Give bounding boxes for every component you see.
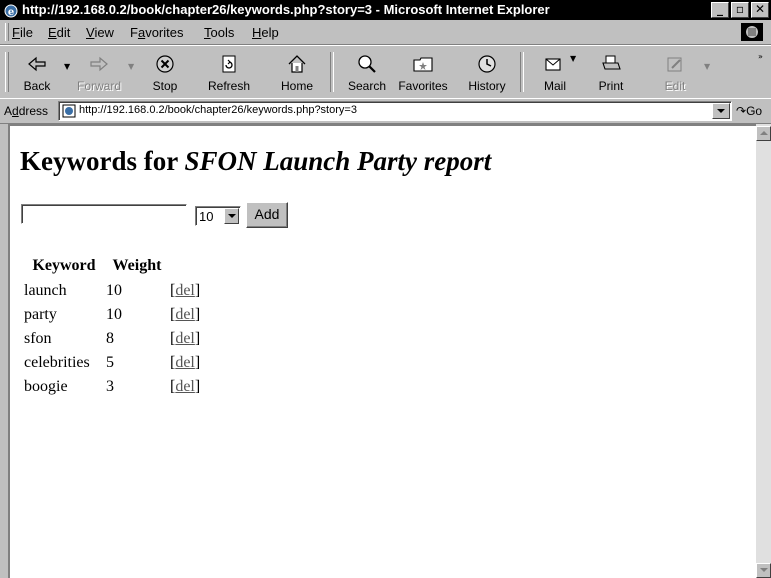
edit-dropdown-icon[interactable]: ▼ <box>704 62 710 71</box>
address-dropdown-button[interactable] <box>712 103 730 119</box>
toolbar-grip[interactable] <box>5 52 9 92</box>
weight-cell: 8 <box>106 330 114 347</box>
table-row: party 10 [del] <box>23 303 201 327</box>
forward-arrow-icon <box>90 56 108 72</box>
table-row: celebrities 5 [del] <box>23 351 201 375</box>
weight-selected-value: 10 <box>199 209 214 224</box>
weight-cell: 10 <box>106 306 122 323</box>
menu-view[interactable]: View <box>86 25 114 40</box>
history-button[interactable]: History <box>462 50 512 94</box>
back-button[interactable]: Back <box>12 50 62 94</box>
refresh-icon <box>222 55 236 73</box>
menu-help[interactable]: Help <box>252 25 279 40</box>
weight-select[interactable]: 10 <box>195 206 241 226</box>
menu-favorites[interactable]: Favorites <box>130 25 183 40</box>
forward-button[interactable]: Forward <box>74 50 124 94</box>
weight-cell: 3 <box>106 378 114 395</box>
delete-link[interactable]: del <box>175 354 195 371</box>
table-row: launch 10 [del] <box>23 279 201 303</box>
story-title: SFON Launch Party report <box>184 146 492 176</box>
page-icon <box>62 104 76 118</box>
stop-icon <box>156 55 174 73</box>
toolbar-separator <box>330 52 334 92</box>
table-row: sfon 8 [del] <box>23 327 201 351</box>
ie-logo-icon: e <box>4 4 18 18</box>
table-row: boogie 3 [del] <box>23 375 201 399</box>
menu-edit[interactable]: Edit <box>48 25 70 40</box>
address-url: http://192.168.0.2/book/chapter26/keywor… <box>79 104 357 116</box>
search-button[interactable]: Search <box>342 50 392 94</box>
search-icon <box>358 55 376 73</box>
back-arrow-icon <box>28 56 46 72</box>
keyword-input[interactable] <box>21 204 187 224</box>
keyword-cell: party <box>24 306 57 323</box>
weight-cell: 10 <box>106 282 122 299</box>
mail-dropdown-icon[interactable]: ▼ <box>570 54 576 63</box>
column-header-weight: Weight <box>112 257 162 274</box>
scroll-up-button[interactable] <box>756 126 771 141</box>
address-input[interactable]: http://192.168.0.2/book/chapter26/keywor… <box>58 101 732 121</box>
forward-dropdown-icon[interactable]: ▼ <box>128 62 134 71</box>
minimize-button[interactable]: _ <box>711 2 729 18</box>
menu-tools[interactable]: Tools <box>204 25 234 40</box>
delete-link[interactable]: del <box>175 378 195 395</box>
go-button[interactable]: ↷Go <box>736 104 762 118</box>
edit-button[interactable]: Edit <box>650 50 700 94</box>
toolbar-separator <box>520 52 524 92</box>
keywords-table: Keyword Weight launch 10 [del] party 10 … <box>23 257 201 399</box>
address-bar: Address http://192.168.0.2/book/chapter2… <box>0 98 771 124</box>
close-button[interactable]: ✕ <box>751 2 769 18</box>
edit-icon <box>667 57 682 72</box>
keyword-cell: launch <box>24 282 67 299</box>
print-button[interactable]: Print <box>586 50 636 94</box>
weight-cell: 5 <box>106 354 114 371</box>
history-icon <box>478 55 496 73</box>
keyword-cell: celebrities <box>24 354 90 371</box>
refresh-button[interactable]: Refresh <box>204 50 254 94</box>
throbber-icon <box>741 23 763 41</box>
toolbar-chevron-icon[interactable]: » <box>758 52 763 61</box>
page-title: Keywords for SFON Launch Party report <box>20 146 492 176</box>
menu-grip[interactable] <box>5 23 9 41</box>
svg-text:e: e <box>8 7 14 18</box>
delete-link[interactable]: del <box>175 330 195 347</box>
delete-link[interactable]: del <box>175 282 195 299</box>
favorites-folder-icon <box>413 57 433 72</box>
title-bar: e http://192.168.0.2/book/chapter26/keyw… <box>0 0 771 20</box>
window-title: http://192.168.0.2/book/chapter26/keywor… <box>22 2 550 17</box>
print-icon <box>602 55 621 70</box>
back-dropdown-icon[interactable]: ▼ <box>64 62 70 71</box>
home-icon <box>288 55 306 73</box>
go-arrow-icon: ↷ <box>736 104 747 118</box>
scroll-down-button[interactable] <box>756 563 771 578</box>
favorites-button[interactable]: Favorites <box>398 50 448 94</box>
address-label: Address <box>4 104 49 118</box>
vertical-scrollbar[interactable] <box>756 124 771 578</box>
menu-bar: File Edit View Favorites Tools Help <box>0 20 771 45</box>
stop-button[interactable]: Stop <box>140 50 190 94</box>
standard-toolbar: Back ▼ Forward ▼ Stop Refresh Home Searc… <box>0 45 771 99</box>
weight-dropdown-button[interactable] <box>224 208 239 224</box>
delete-link[interactable]: del <box>175 306 195 323</box>
menu-file[interactable]: File <box>12 25 33 40</box>
maximize-button[interactable]: ▫ <box>731 2 749 18</box>
page-content: Keywords for SFON Launch Party report 10… <box>8 124 756 578</box>
column-header-keyword: Keyword <box>32 257 96 274</box>
home-button[interactable]: Home <box>272 50 322 94</box>
add-button[interactable]: Add <box>246 202 288 228</box>
mail-icon <box>545 58 561 71</box>
keyword-cell: sfon <box>24 330 52 347</box>
keyword-cell: boogie <box>24 378 68 395</box>
